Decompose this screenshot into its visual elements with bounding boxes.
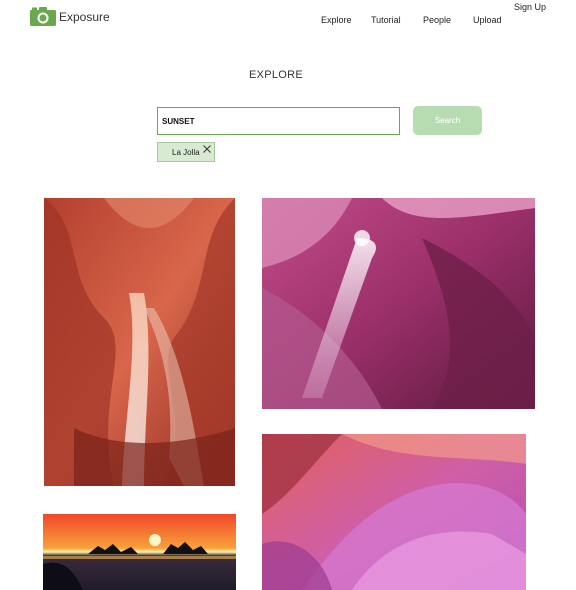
sunset-photo-image <box>43 514 236 590</box>
nav-upload[interactable]: Upload <box>473 15 502 25</box>
nav-tutorial[interactable]: Tutorial <box>371 15 401 25</box>
search-button[interactable]: Search <box>413 106 482 135</box>
filter-tag: La Jolla <box>157 142 215 162</box>
gallery-photo[interactable] <box>44 198 235 486</box>
gallery-photo[interactable] <box>262 198 535 409</box>
canyon-photo-image <box>262 434 526 590</box>
close-icon[interactable] <box>202 144 212 154</box>
search-input[interactable] <box>157 107 400 135</box>
page-title: EXPLORE <box>248 69 304 81</box>
filter-tag-label: La Jolla <box>172 147 200 157</box>
gallery-photo[interactable] <box>262 434 526 590</box>
nav-explore[interactable]: Explore <box>321 15 352 25</box>
gallery-photo[interactable] <box>43 514 236 590</box>
canyon-photo-image <box>44 198 235 486</box>
main-nav: Explore Tutorial People Upload <box>0 15 576 29</box>
canyon-photo-image <box>262 198 535 409</box>
nav-people[interactable]: People <box>423 15 451 25</box>
sign-up-link[interactable]: Sign Up <box>514 2 546 12</box>
